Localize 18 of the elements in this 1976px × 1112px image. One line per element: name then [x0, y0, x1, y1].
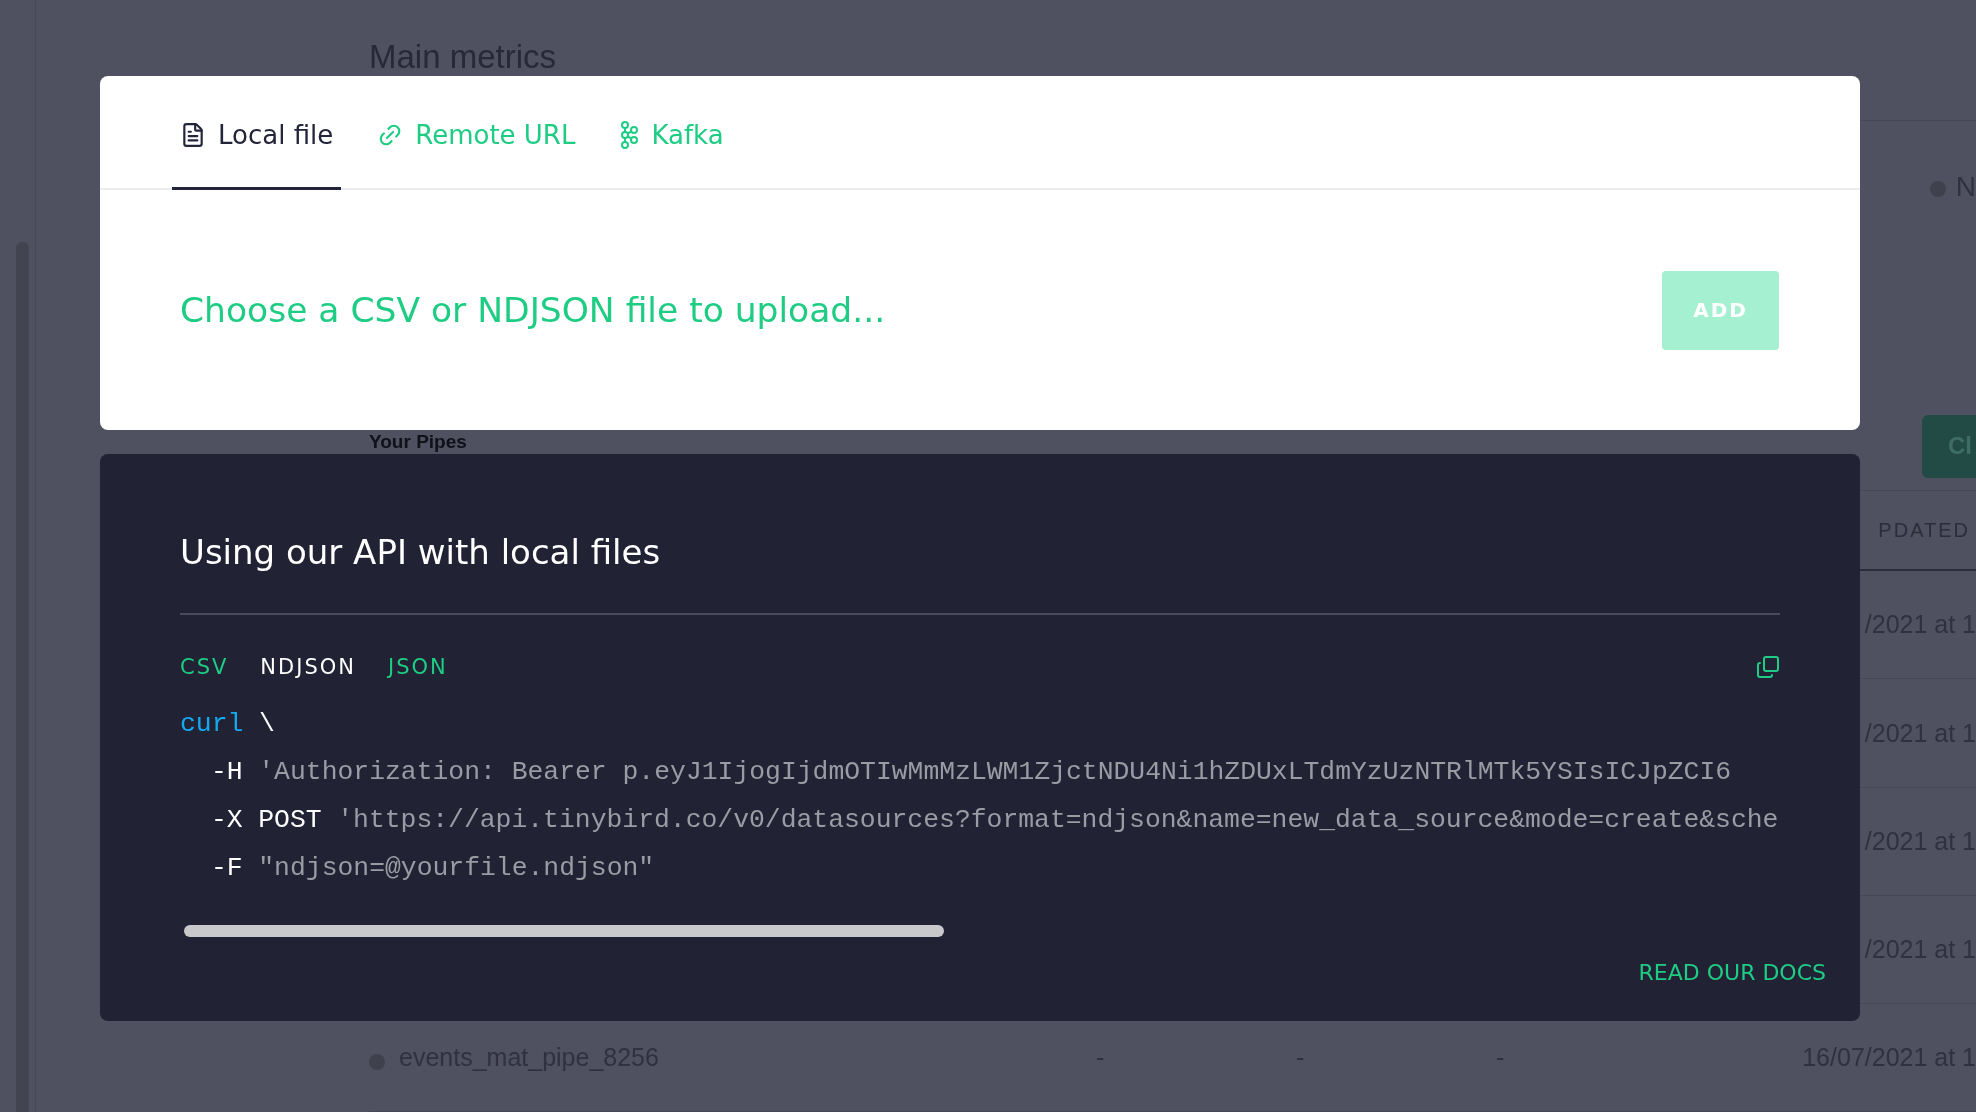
source-tab[interactable]: Local file: [172, 76, 342, 190]
format-tab[interactable]: NDJSON: [260, 655, 356, 679]
code-line: curl \: [180, 709, 276, 739]
code-line: -H 'Authorization: Bearer p.eyJ1IjogIjdmOTIwMmMzLWM1ZjctNDU4Ni1hZDUxLTdmYzUzNTRlMTk5YSIsICJpZCI6: [210, 757, 1733, 787]
panel-title: Using our API with local files: [180, 532, 662, 574]
format-tab[interactable]: JSON: [388, 655, 448, 679]
table-cell-text: -: [1296, 1042, 1306, 1072]
copy-icon[interactable]: [1756, 655, 1780, 679]
docs-link[interactable]: READ OUR DOCS: [1638, 960, 1826, 985]
scrollbar-thumb[interactable]: [184, 925, 944, 937]
format-tab[interactable]: CSV: [180, 655, 229, 679]
nodes-icon: [619, 120, 640, 149]
document-icon: [180, 121, 206, 148]
code-line: -X POST 'https://api.tinybird.co/v0/datasources?format=ndjson&name=new_data_source&mode=create&sche: [210, 805, 1780, 835]
section-heading: Your Pipes: [369, 432, 467, 452]
table-cell-text: -: [1496, 1042, 1506, 1072]
table-cell-text: -: [1096, 1042, 1106, 1072]
code-line: -F "ndjson=@yourfile.ndjson": [210, 853, 656, 883]
